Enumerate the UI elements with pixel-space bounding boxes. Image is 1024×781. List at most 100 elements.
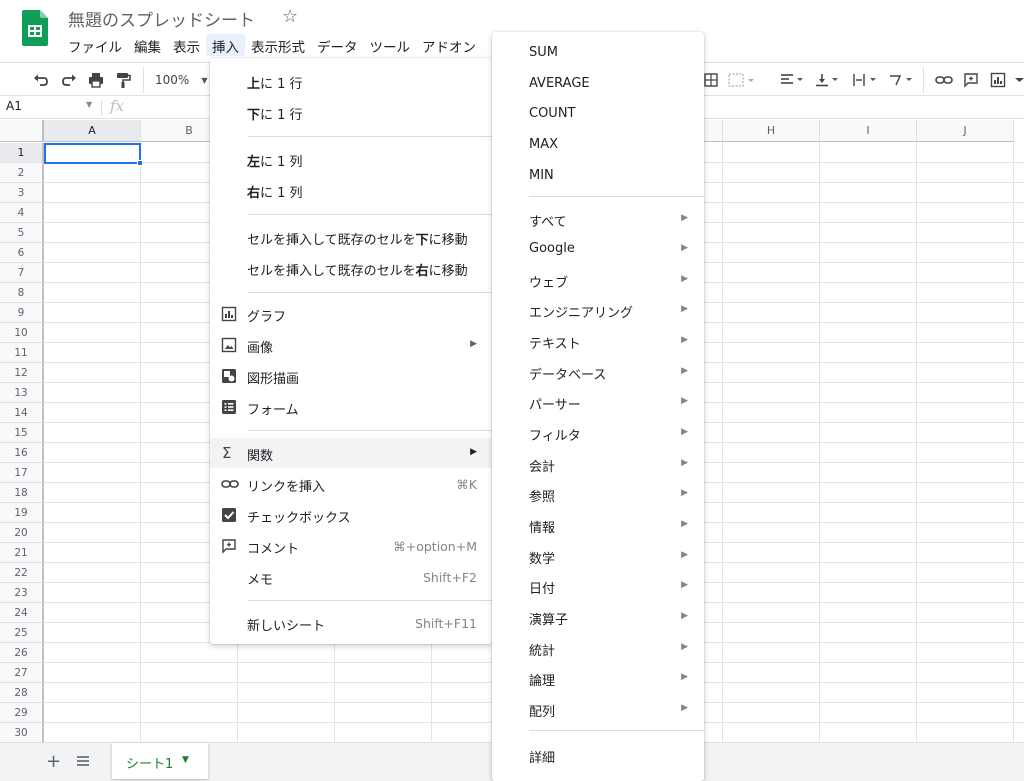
column-header[interactable]: H: [723, 120, 820, 142]
chevron-down-icon[interactable]: ▼: [182, 755, 189, 765]
column-header[interactable]: I: [820, 120, 917, 142]
insert-cells-shift-right[interactable]: セルを挿入して既存のセルを右に移動: [210, 253, 492, 283]
row-header[interactable]: 2: [0, 163, 44, 183]
row-header[interactable]: 1: [0, 143, 44, 163]
star-icon[interactable]: ☆: [282, 6, 298, 27]
row-header[interactable]: 22: [0, 563, 44, 583]
function-more[interactable]: 詳細: [492, 740, 704, 770]
function-category-item[interactable]: 配列 ▶: [492, 694, 704, 724]
insert-image[interactable]: 画像 ▶: [210, 330, 492, 360]
menu-insert[interactable]: 挿入: [206, 34, 245, 56]
insert-cells-shift-down[interactable]: セルを挿入して既存のセルを下に移動: [210, 222, 492, 252]
function-category-item[interactable]: フィルタ ▶: [492, 418, 704, 448]
print-icon[interactable]: [87, 69, 105, 91]
name-box[interactable]: A1: [6, 99, 98, 113]
row-header[interactable]: 25: [0, 623, 44, 643]
insert-link-icon[interactable]: [935, 69, 953, 91]
insert-chart-icon[interactable]: [990, 69, 1006, 91]
merge-cells-icon[interactable]: [728, 69, 754, 91]
document-title[interactable]: 無題のスプレッドシート: [68, 6, 255, 31]
insert-function[interactable]: Σ 関数 ▶: [210, 438, 492, 468]
menu-edit[interactable]: 編集: [128, 34, 167, 56]
insert-checkbox[interactable]: チェックボックス: [210, 500, 492, 530]
function-category-item[interactable]: 参照 ▶: [492, 479, 704, 509]
row-header[interactable]: 23: [0, 583, 44, 603]
redo-icon[interactable]: [60, 69, 78, 91]
chevron-down-icon[interactable]: ▼: [86, 100, 92, 109]
insert-new-sheet[interactable]: 新しいシート Shift+F11: [210, 608, 492, 638]
function-category-item[interactable]: 演算子 ▶: [492, 602, 704, 632]
row-header[interactable]: 13: [0, 383, 44, 403]
insert-comment[interactable]: コメント ⌘+option+M: [210, 531, 492, 561]
insert-comment-icon[interactable]: [963, 69, 979, 91]
function-count[interactable]: COUNT: [492, 99, 704, 129]
row-header[interactable]: 11: [0, 343, 44, 363]
undo-icon[interactable]: [32, 69, 50, 91]
menu-addons[interactable]: アドオン: [416, 34, 482, 56]
insert-column-left[interactable]: 左に 1 列: [210, 144, 492, 174]
function-category-item[interactable]: 論理 ▶: [492, 663, 704, 693]
row-header[interactable]: 14: [0, 403, 44, 423]
chevron-down-icon[interactable]: [1015, 69, 1024, 91]
text-wrapping-icon[interactable]: [852, 69, 878, 91]
row-header[interactable]: 26: [0, 643, 44, 663]
function-max[interactable]: MAX: [492, 130, 704, 160]
row-header[interactable]: 15: [0, 423, 44, 443]
row-header[interactable]: 8: [0, 283, 44, 303]
function-category-item[interactable]: 統計 ▶: [492, 633, 704, 663]
function-category-item[interactable]: 数学 ▶: [492, 541, 704, 571]
row-header[interactable]: 21: [0, 543, 44, 563]
function-category-item[interactable]: ウェブ ▶: [492, 265, 704, 295]
row-header[interactable]: 28: [0, 683, 44, 703]
function-category-item[interactable]: すべて ▶: [492, 204, 704, 234]
row-header[interactable]: 19: [0, 503, 44, 523]
menu-view[interactable]: 表示: [167, 34, 206, 56]
row-header[interactable]: 9: [0, 303, 44, 323]
row-header[interactable]: 30: [0, 723, 44, 742]
menu-tools[interactable]: ツール: [364, 34, 417, 56]
row-header[interactable]: 29: [0, 703, 44, 723]
insert-chart[interactable]: グラフ: [210, 299, 492, 329]
zoom-select[interactable]: 100% ▼: [155, 69, 207, 91]
function-sum[interactable]: SUM: [492, 38, 704, 68]
selected-cell[interactable]: [44, 143, 141, 164]
menu-format[interactable]: 表示形式: [245, 34, 311, 56]
select-all-corner[interactable]: [0, 120, 44, 142]
insert-drawing[interactable]: 図形描画: [210, 361, 492, 391]
menu-data[interactable]: データ: [311, 34, 364, 56]
row-header[interactable]: 27: [0, 663, 44, 683]
row-header[interactable]: 12: [0, 363, 44, 383]
row-header[interactable]: 16: [0, 443, 44, 463]
column-header[interactable]: A: [44, 120, 141, 142]
align-horizontal-icon[interactable]: [780, 69, 804, 91]
function-category-item[interactable]: 会計 ▶: [492, 449, 704, 479]
paint-format-icon[interactable]: [114, 69, 132, 91]
row-header[interactable]: 10: [0, 323, 44, 343]
function-category-item[interactable]: テキスト ▶: [492, 326, 704, 356]
text-rotation-icon[interactable]: [888, 69, 914, 91]
function-average[interactable]: AVERAGE: [492, 69, 704, 99]
function-category-item[interactable]: エンジニアリング ▶: [492, 295, 704, 325]
column-header[interactable]: J: [917, 120, 1014, 142]
row-header[interactable]: 17: [0, 463, 44, 483]
function-min[interactable]: MIN: [492, 161, 704, 191]
insert-link[interactable]: リンクを挿入 ⌘K: [210, 469, 492, 499]
row-header[interactable]: 18: [0, 483, 44, 503]
insert-column-right[interactable]: 右に 1 列: [210, 175, 492, 205]
align-vertical-icon[interactable]: [815, 69, 839, 91]
add-sheet-button[interactable]: +: [46, 751, 61, 772]
row-header[interactable]: 20: [0, 523, 44, 543]
insert-row-below[interactable]: 下に 1 行: [210, 97, 492, 127]
insert-row-above[interactable]: 上に 1 行: [210, 66, 492, 96]
fill-handle[interactable]: [137, 160, 143, 166]
function-category-item[interactable]: Google ▶: [492, 234, 704, 264]
all-sheets-list-icon[interactable]: [76, 753, 90, 767]
row-header[interactable]: 4: [0, 203, 44, 223]
row-header[interactable]: 7: [0, 263, 44, 283]
row-header[interactable]: 6: [0, 243, 44, 263]
function-category-item[interactable]: パーサー ▶: [492, 387, 704, 417]
row-header[interactable]: 24: [0, 603, 44, 623]
sheets-logo-icon[interactable]: [22, 10, 48, 46]
insert-note[interactable]: メモ Shift+F2: [210, 562, 492, 592]
borders-icon[interactable]: [704, 69, 718, 91]
